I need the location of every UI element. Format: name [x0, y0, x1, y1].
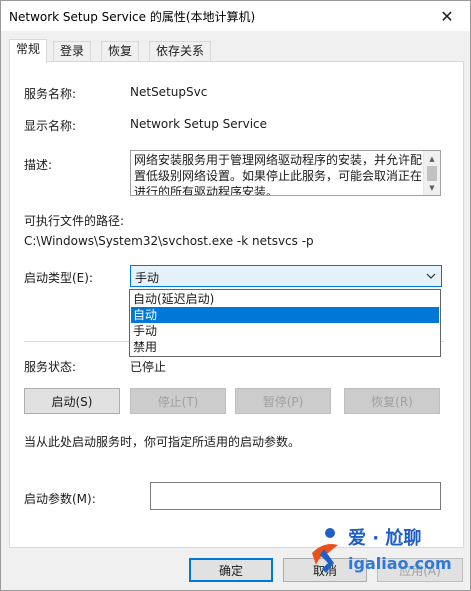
- exe-path-value: C:\Windows\System32\svchost.exe -k netsv…: [24, 234, 314, 248]
- service-status-label: 服务状态:: [24, 360, 77, 374]
- apply-button[interactable]: 应用(A): [377, 558, 463, 582]
- start-params-input[interactable]: [150, 482, 441, 510]
- dropdown-option-auto[interactable]: 自动: [131, 307, 439, 323]
- dropdown-option-manual[interactable]: 手动: [131, 323, 439, 339]
- description-label: 描述:: [24, 158, 53, 172]
- start-params-hint: 当从此处启动服务时，你可指定所适用的启动参数。: [24, 435, 301, 449]
- close-icon[interactable]: ✕: [424, 1, 470, 31]
- display-name-label: 显示名称:: [24, 119, 77, 133]
- stop-service-button[interactable]: 停止(T): [130, 388, 226, 414]
- dropdown-option-auto-delayed[interactable]: 自动(延迟启动): [131, 291, 439, 307]
- tab-general[interactable]: 常规: [9, 39, 48, 63]
- tab-recovery[interactable]: 恢复: [101, 41, 140, 62]
- tab-logon[interactable]: 登录: [53, 41, 92, 62]
- window-title: Network Setup Service 的属性(本地计算机): [9, 10, 256, 24]
- description-text: 网络安装服务用于管理网络驱动程序的安装，并允许配置低级别网络设置。如果停止此服务…: [134, 153, 423, 196]
- resume-service-button[interactable]: 恢复(R): [344, 388, 440, 414]
- scroll-thumb[interactable]: [427, 166, 437, 181]
- pause-service-button[interactable]: 暂停(P): [235, 388, 331, 414]
- startup-type-dropdown: 自动(延迟启动) 自动 手动 禁用: [129, 289, 441, 357]
- description-box[interactable]: 网络安装服务用于管理网络驱动程序的安装，并允许配置低级别网络设置。如果停止此服务…: [130, 150, 441, 196]
- cancel-button[interactable]: 取消: [283, 558, 367, 582]
- startup-type-select[interactable]: 手动: [130, 265, 442, 287]
- ok-button[interactable]: 确定: [189, 558, 273, 582]
- tab-bar: 常规 登录 恢复 依存关系: [9, 39, 469, 63]
- chevron-down-icon[interactable]: [424, 268, 438, 284]
- scroll-down-icon[interactable]: ▼: [424, 181, 440, 194]
- start-params-label: 启动参数(M):: [24, 492, 96, 506]
- service-name-value: NetSetupSvc: [130, 85, 208, 99]
- tab-dependencies[interactable]: 依存关系: [149, 41, 212, 62]
- start-service-button[interactable]: 启动(S): [24, 388, 120, 414]
- exe-path-label: 可执行文件的路径:: [24, 214, 125, 228]
- dropdown-option-disabled[interactable]: 禁用: [131, 339, 439, 355]
- scroll-up-icon[interactable]: ▲: [424, 152, 440, 165]
- display-name-value: Network Setup Service: [130, 117, 268, 131]
- properties-window: Network Setup Service 的属性(本地计算机) ✕ 常规 登录…: [0, 0, 471, 591]
- title-bar[interactable]: Network Setup Service 的属性(本地计算机) ✕: [1, 1, 470, 31]
- service-name-label: 服务名称:: [24, 87, 77, 101]
- startup-type-value: 手动: [135, 271, 160, 285]
- startup-type-label: 启动类型(E):: [24, 271, 93, 285]
- description-scrollbar[interactable]: ▲ ▼: [423, 151, 440, 195]
- service-status-value: 已停止: [130, 360, 167, 374]
